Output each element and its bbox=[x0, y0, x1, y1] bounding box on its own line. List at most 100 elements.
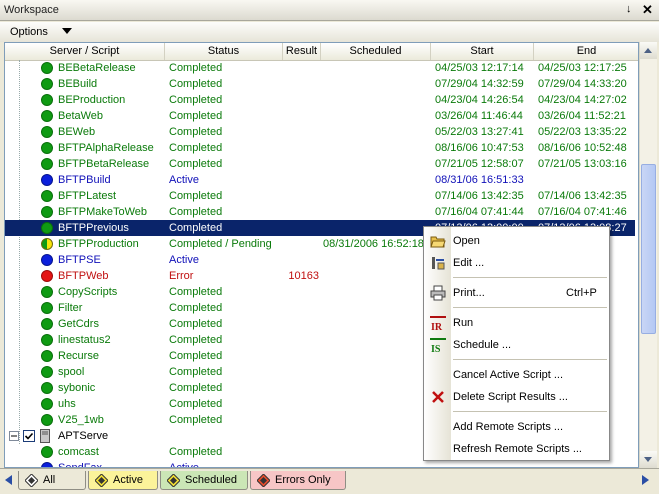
table-row[interactable]: BFTPBuild Active 08/31/06 16:51:33 bbox=[5, 172, 635, 188]
cell-result bbox=[283, 108, 319, 124]
toolbar: Options bbox=[0, 22, 659, 42]
script-name: BFTPPrevious bbox=[58, 222, 129, 234]
cell-result bbox=[283, 252, 319, 268]
svg-text:IR: IR bbox=[431, 322, 443, 331]
column-header-status[interactable]: Status bbox=[165, 43, 283, 60]
cell-start bbox=[435, 460, 534, 467]
column-header-scheduled[interactable]: Scheduled bbox=[321, 43, 431, 60]
cell-scheduled bbox=[323, 444, 431, 460]
completed-status-icon bbox=[41, 286, 53, 298]
table-row[interactable]: BEBetaRelease Completed 04/25/03 12:17:14 0… bbox=[5, 60, 635, 76]
cell-end: 04/23/04 14:27:02 bbox=[538, 94, 627, 106]
menu-separator bbox=[453, 307, 607, 308]
cell-result bbox=[283, 76, 319, 92]
table-row[interactable]: BFTPBetaRelease Completed 07/21/05 12:58:0… bbox=[5, 156, 635, 172]
cell-status: Completed bbox=[169, 398, 223, 410]
run-icon: IR bbox=[430, 316, 446, 331]
cell-scheduled bbox=[323, 348, 431, 364]
completed-status-icon bbox=[41, 94, 53, 106]
cell-scheduled bbox=[323, 460, 431, 467]
completed-status-icon bbox=[41, 158, 53, 170]
server-name: APTServe bbox=[58, 430, 109, 442]
pin-icon[interactable]: ↓ bbox=[626, 3, 632, 15]
cell-result bbox=[283, 188, 319, 204]
table-row[interactable]: BFTPMakeToWeb Completed 07/16/04 07:41:44 0… bbox=[5, 204, 635, 220]
cell-start: 08/31/06 16:51:33 bbox=[435, 174, 524, 186]
cell-start: 07/29/04 14:32:59 bbox=[435, 78, 524, 90]
table-row[interactable]: BFTPAlphaRelease Completed 08/16/06 10:47:… bbox=[5, 140, 635, 156]
scroll-up-arrow-icon[interactable] bbox=[640, 42, 657, 59]
checkbox-icon[interactable] bbox=[23, 430, 35, 442]
cell-status: Completed bbox=[169, 126, 223, 138]
close-icon[interactable]: ✕ bbox=[642, 2, 653, 18]
table-row[interactable]: BetaWeb Completed 03/26/04 11:46:44 03/26/0… bbox=[5, 108, 635, 124]
script-name: BFTPWeb bbox=[58, 270, 109, 282]
cell-status: Completed bbox=[169, 414, 223, 426]
options-menu-button[interactable]: Options bbox=[10, 26, 48, 38]
cell-status: Completed bbox=[169, 446, 223, 458]
tab-all[interactable]: All bbox=[18, 471, 86, 490]
menu-item-delete-script-results[interactable]: Delete Script Results ... bbox=[453, 387, 568, 407]
cell-status: Completed bbox=[169, 62, 223, 74]
tab-errors-only[interactable]: Errors Only bbox=[250, 471, 346, 490]
cell-result bbox=[283, 332, 319, 348]
cell-scheduled bbox=[323, 316, 431, 332]
completed-status-icon bbox=[41, 190, 53, 202]
scrollbar-thumb[interactable] bbox=[641, 164, 656, 334]
cell-result bbox=[283, 204, 319, 220]
menu-item-edit[interactable]: Edit ... bbox=[453, 253, 484, 273]
tab-scheduled-label: Scheduled bbox=[185, 474, 237, 486]
tab-active[interactable]: Active bbox=[88, 471, 158, 490]
script-name: BFTPSE bbox=[58, 254, 101, 266]
script-name: spool bbox=[58, 366, 85, 378]
cell-start: 05/22/03 13:27:41 bbox=[435, 126, 524, 138]
cell-scheduled bbox=[323, 364, 431, 380]
cell-scheduled bbox=[323, 60, 431, 76]
active-scripts-icon bbox=[95, 474, 108, 487]
menu-item-run[interactable]: Run bbox=[453, 313, 473, 333]
cell-end: 03/26/04 11:52:21 bbox=[538, 110, 626, 122]
completed-status-icon bbox=[41, 414, 53, 426]
column-header-result[interactable]: Result bbox=[283, 43, 321, 60]
chevron-down-icon[interactable] bbox=[62, 28, 72, 34]
menu-item-open[interactable]: Open bbox=[453, 231, 480, 251]
cell-status: Completed bbox=[169, 158, 223, 170]
column-header-server-script[interactable]: Server / Script bbox=[5, 43, 165, 60]
cell-result: 10163 bbox=[288, 270, 319, 282]
vertical-scrollbar[interactable] bbox=[639, 42, 657, 468]
table-row[interactable]: BEWeb Completed 05/22/03 13:27:41 05/22/03 … bbox=[5, 124, 635, 140]
collapse-icon[interactable] bbox=[9, 431, 19, 441]
column-header-start[interactable]: Start bbox=[431, 43, 534, 60]
table-row[interactable]: BEProduction Completed 04/23/04 14:26:54 04… bbox=[5, 92, 635, 108]
cell-status: Completed bbox=[169, 366, 223, 378]
cell-scheduled bbox=[323, 92, 431, 108]
table-row[interactable]: BEBuild Completed 07/29/04 14:32:59 07/29/0… bbox=[5, 76, 635, 92]
menu-item-refresh-remote-scripts[interactable]: Refresh Remote Scripts ... bbox=[453, 439, 582, 459]
completed-status-icon bbox=[41, 446, 53, 458]
cell-status: Completed bbox=[169, 350, 223, 362]
table-row[interactable]: BFTPLatest Completed 07/14/06 13:42:35 07/1… bbox=[5, 188, 635, 204]
cell-result bbox=[283, 380, 319, 396]
cell-result bbox=[283, 92, 319, 108]
edit-icon bbox=[432, 257, 445, 270]
cell-scheduled bbox=[323, 156, 431, 172]
cell-status: Error bbox=[169, 270, 194, 282]
tab-scroll-right-icon[interactable] bbox=[640, 475, 650, 485]
scroll-down-arrow-icon[interactable] bbox=[640, 451, 657, 468]
active-status-icon bbox=[41, 254, 53, 266]
menu-item-add-remote-scripts[interactable]: Add Remote Scripts ... bbox=[453, 417, 563, 437]
table-row[interactable]: SendFax Active bbox=[5, 460, 635, 467]
column-header-end[interactable]: End bbox=[534, 43, 638, 60]
script-name: Recurse bbox=[58, 350, 99, 362]
tab-scheduled[interactable]: Scheduled bbox=[160, 471, 248, 490]
window-title: Workspace bbox=[4, 4, 59, 16]
cell-result bbox=[283, 364, 319, 380]
menu-item-print[interactable]: Print... bbox=[453, 283, 485, 303]
cell-result bbox=[283, 316, 319, 332]
cell-status: Completed bbox=[169, 142, 223, 154]
cell-result bbox=[283, 284, 319, 300]
menu-item-cancel-active-script[interactable]: Cancel Active Script ... bbox=[453, 365, 563, 385]
cell-status: Completed bbox=[169, 222, 223, 234]
menu-item-schedule[interactable]: Schedule ... bbox=[453, 335, 511, 355]
tab-scroll-left-icon[interactable] bbox=[4, 475, 14, 485]
